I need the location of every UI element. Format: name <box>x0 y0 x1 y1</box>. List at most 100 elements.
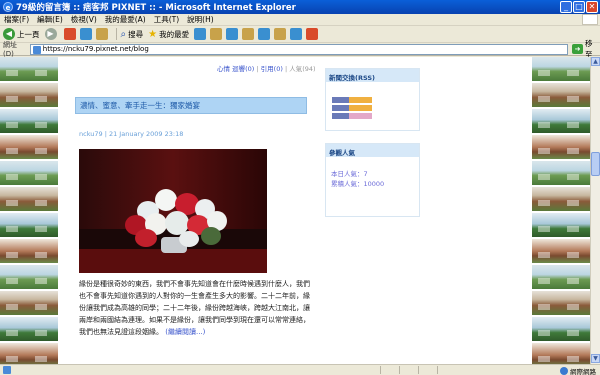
background-photo-tile <box>532 161 561 185</box>
globe-icon <box>560 367 568 375</box>
background-photo-tile <box>29 213 58 237</box>
background-photo-tile <box>29 57 58 81</box>
background-photo-tile <box>0 161 29 185</box>
background-photo-tile <box>561 213 590 237</box>
edit-icon[interactable] <box>242 28 255 40</box>
menu-edit[interactable]: 編輯(E) <box>37 14 63 25</box>
forward-arrow-icon: ▶ <box>44 28 57 40</box>
messenger-icon[interactable] <box>290 28 303 40</box>
scroll-up-arrow[interactable]: ▲ <box>591 57 600 66</box>
background-photo-tile <box>561 239 590 263</box>
background-photo-tile <box>29 161 58 185</box>
visitors-widget: 參觀人氣 本日人氣：7 累積人氣：10000 <box>325 143 420 217</box>
background-photo-tile <box>561 57 590 81</box>
search-button[interactable]: ⌕ 搜尋 <box>121 29 144 40</box>
window-controls: _ □ ✕ <box>560 1 598 13</box>
vertical-scrollbar[interactable]: ▲ ▼ <box>590 57 600 364</box>
background-photo-tile <box>29 317 58 341</box>
security-zone: 網際網路 <box>560 366 596 375</box>
rss-feed-badge[interactable] <box>332 97 372 103</box>
background-photo-tile <box>0 57 29 81</box>
background-photo-tile <box>29 239 58 263</box>
background-photo-tile <box>561 109 590 133</box>
mail-icon[interactable] <box>210 28 223 40</box>
toolbar-divider <box>115 28 117 40</box>
star-icon: ★ <box>148 28 158 40</box>
post-meta: ncku79 | 21 January 2009 23:18 <box>79 130 184 138</box>
background-photo-tile <box>561 291 590 315</box>
back-button[interactable]: ◀ 上一頁 <box>3 28 40 40</box>
menu-help[interactable]: 說明(H) <box>187 14 214 25</box>
status-dividers <box>380 366 438 374</box>
background-photo-tile <box>0 135 29 159</box>
post-body: 緣份是種很奇妙的東西，我們不會事先知道會在什麼時候遇到什麼人，我們也不會事先知道… <box>79 278 315 338</box>
background-photo-tile <box>0 187 29 211</box>
background-photo-tile <box>532 135 561 159</box>
bluetooth-icon[interactable] <box>306 28 319 40</box>
background-photo-tile <box>532 343 561 364</box>
background-photo-tile <box>532 317 561 341</box>
background-photo-tile <box>0 265 29 289</box>
background-photo-tile <box>532 291 561 315</box>
flower <box>201 227 221 245</box>
favorites-button[interactable]: ★ 我的最愛 <box>148 29 189 40</box>
background-photo-tile <box>29 135 58 159</box>
history-icon[interactable] <box>194 28 207 40</box>
rss-widget-title: 新聞交換(RSS) <box>326 69 419 82</box>
background-photo-tile <box>0 213 29 237</box>
background-photo-tile <box>29 187 58 211</box>
post-title-text[interactable]: 濃情、蜜意、牽手走一生：獨家婚宴 <box>80 101 200 110</box>
maximize-button[interactable]: □ <box>573 1 585 13</box>
background-photo-tile <box>561 317 590 341</box>
heart-link[interactable]: 心情 <box>217 65 230 73</box>
background-photo-tile <box>561 161 590 185</box>
background-photo-tile <box>0 343 29 364</box>
rss-feed-badge[interactable] <box>332 113 372 119</box>
background-photo-tile <box>532 265 561 289</box>
print-icon[interactable] <box>226 28 239 40</box>
menu-file[interactable]: 檔案(F) <box>4 14 29 25</box>
back-label: 上一頁 <box>17 29 40 39</box>
url-input[interactable]: https://ncku79.pixnet.net/blog <box>29 43 569 55</box>
post-photo-flowers[interactable] <box>79 149 267 273</box>
folder-icon[interactable] <box>274 28 287 40</box>
background-photo-tile <box>29 291 58 315</box>
title-bar: e 79級的留言簿 :: 痞客邦 PIXNET :: - Microsoft I… <box>0 0 600 14</box>
scroll-down-arrow[interactable]: ▼ <box>591 354 600 363</box>
flower <box>179 231 199 247</box>
background-photo-tile <box>29 265 58 289</box>
rss-feed-badge[interactable] <box>332 105 372 111</box>
background-tiles-right <box>532 57 590 364</box>
comments-link[interactable]: 迴響(0) <box>232 65 254 73</box>
refresh-icon[interactable] <box>79 28 92 40</box>
home-icon[interactable] <box>95 28 108 40</box>
zone-label: 網際網路 <box>570 368 596 375</box>
background-photo-tile <box>561 135 590 159</box>
rss-widget-body <box>326 82 419 124</box>
background-photo-tile <box>532 83 561 107</box>
background-photo-tile <box>0 109 29 133</box>
favorites-label: 我的最愛 <box>159 29 190 39</box>
minimize-button[interactable]: _ <box>560 1 572 13</box>
menu-bar: 檔案(F) 編輯(E) 檢視(V) 我的最愛(A) 工具(T) 說明(H) <box>0 14 600 26</box>
read-more-link[interactable]: (繼續閱讀...) <box>165 328 205 336</box>
background-photo-tile <box>532 187 561 211</box>
forward-button[interactable]: ▶ <box>44 28 59 40</box>
menu-view[interactable]: 檢視(V) <box>71 14 97 25</box>
post-title[interactable]: 濃情、蜜意、牽手走一生：獨家婚宴 <box>75 97 307 114</box>
stop-icon[interactable] <box>63 28 76 40</box>
status-bar: 網際網路 <box>0 364 600 375</box>
background-photo-tile <box>29 83 58 107</box>
address-bar: 網址(D) https://ncku79.pixnet.net/blog ➜ 移… <box>0 39 600 59</box>
toolbar: ◀ 上一頁 ▶ ⌕ 搜尋 ★ 我的最愛 <box>0 26 600 43</box>
discuss-icon[interactable] <box>258 28 271 40</box>
back-arrow-icon: ◀ <box>3 28 15 40</box>
trackback-link[interactable]: 引用(0) <box>261 65 283 73</box>
post-action-links: 心情 迴響(0) | 引用(0) | 人氣(94) <box>217 63 316 73</box>
menu-favorites[interactable]: 我的最愛(A) <box>105 14 146 25</box>
close-button[interactable]: ✕ <box>586 1 598 13</box>
background-photo-tile <box>29 109 58 133</box>
scroll-thumb[interactable] <box>591 152 600 176</box>
background-photo-tile <box>561 187 590 211</box>
menu-tools[interactable]: 工具(T) <box>154 14 179 25</box>
